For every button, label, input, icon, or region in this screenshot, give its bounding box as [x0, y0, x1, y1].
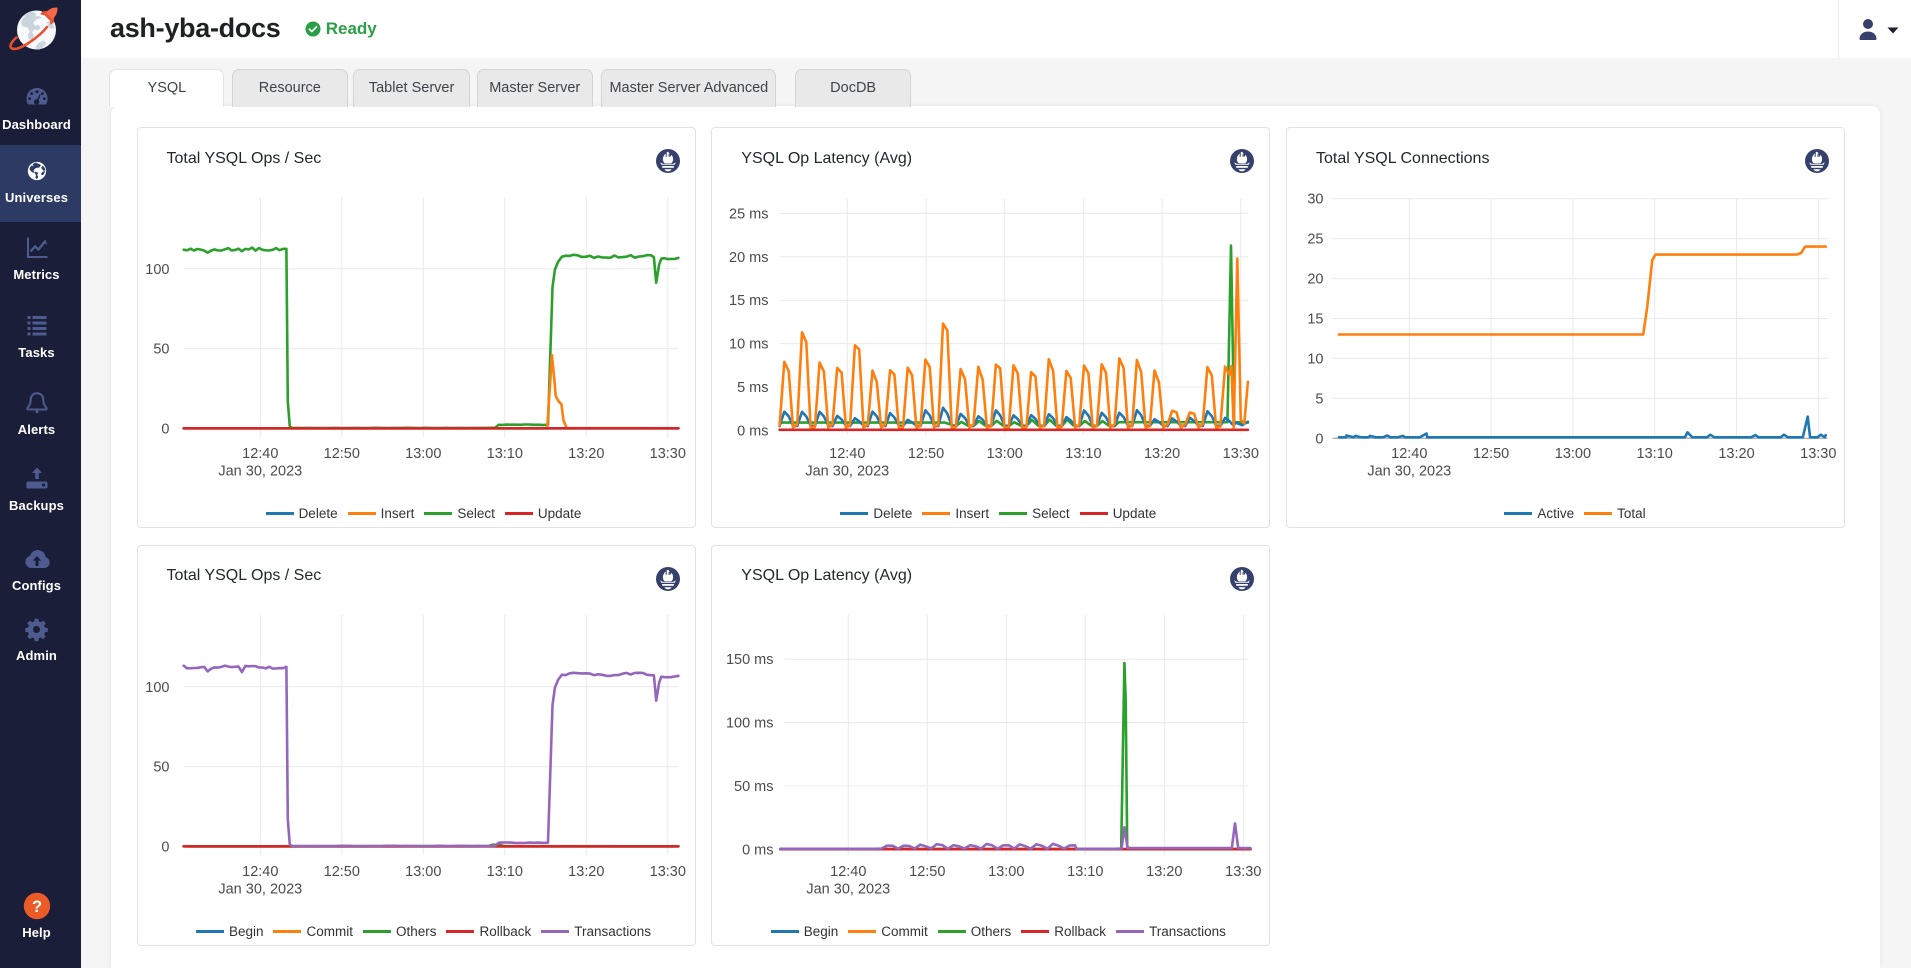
svg-text:13:30: 13:30: [649, 864, 685, 880]
svg-text:13:00: 13:00: [987, 446, 1023, 462]
svg-text:13:10: 13:10: [1637, 446, 1673, 462]
svg-text:12:50: 12:50: [1473, 446, 1509, 462]
svg-text:13:00: 13:00: [988, 864, 1024, 880]
svg-text:0: 0: [161, 422, 169, 438]
svg-text:150 ms: 150 ms: [726, 652, 774, 668]
svg-text:0: 0: [161, 839, 169, 855]
svg-text:100: 100: [145, 679, 169, 695]
svg-text:13:30: 13:30: [649, 446, 685, 462]
svg-text:50: 50: [153, 342, 169, 358]
svg-text:12:40: 12:40: [242, 864, 278, 880]
svg-text:25: 25: [1307, 232, 1323, 248]
svg-text:20: 20: [1307, 272, 1323, 288]
svg-text:?: ?: [31, 898, 41, 916]
svg-text:13:00: 13:00: [1555, 446, 1591, 462]
svg-text:50: 50: [153, 759, 169, 775]
svg-text:25 ms: 25 ms: [729, 206, 769, 222]
svg-text:13:00: 13:00: [405, 864, 441, 880]
svg-text:13:10: 13:10: [486, 446, 522, 462]
svg-text:13:10: 13:10: [1066, 446, 1102, 462]
svg-text:13:20: 13:20: [568, 864, 604, 880]
svg-text:0 ms: 0 ms: [742, 842, 773, 858]
svg-text:12:40: 12:40: [1391, 446, 1427, 462]
svg-text:0: 0: [1315, 431, 1323, 447]
svg-text:13:20: 13:20: [568, 446, 604, 462]
svg-text:30: 30: [1307, 192, 1323, 208]
svg-text:5: 5: [1315, 391, 1323, 407]
svg-text:12:40: 12:40: [242, 446, 278, 462]
svg-text:100 ms: 100 ms: [726, 715, 774, 731]
svg-text:13:30: 13:30: [1225, 864, 1261, 880]
svg-text:Jan 30, 2023: Jan 30, 2023: [806, 464, 890, 480]
svg-text:5 ms: 5 ms: [737, 380, 768, 396]
svg-text:13:20: 13:20: [1718, 446, 1754, 462]
svg-text:13:10: 13:10: [486, 864, 522, 880]
svg-text:10 ms: 10 ms: [729, 337, 769, 353]
svg-text:15: 15: [1307, 312, 1323, 328]
svg-text:15 ms: 15 ms: [729, 293, 769, 309]
svg-text:12:40: 12:40: [830, 864, 866, 880]
svg-text:12:50: 12:50: [908, 446, 944, 462]
svg-text:0 ms: 0 ms: [737, 423, 768, 439]
svg-text:12:50: 12:50: [323, 446, 359, 462]
svg-text:20 ms: 20 ms: [729, 250, 769, 266]
svg-text:13:10: 13:10: [1067, 864, 1103, 880]
svg-text:Jan 30, 2023: Jan 30, 2023: [218, 464, 302, 480]
svg-text:12:40: 12:40: [829, 446, 865, 462]
svg-text:100: 100: [145, 262, 169, 278]
svg-text:13:00: 13:00: [405, 446, 441, 462]
svg-text:12:50: 12:50: [323, 864, 359, 880]
svg-text:Jan 30, 2023: Jan 30, 2023: [807, 881, 891, 897]
svg-text:Jan 30, 2023: Jan 30, 2023: [1367, 464, 1451, 480]
svg-text:13:20: 13:20: [1146, 864, 1182, 880]
svg-text:13:30: 13:30: [1800, 446, 1836, 462]
svg-text:10: 10: [1307, 351, 1323, 367]
svg-text:13:30: 13:30: [1223, 446, 1259, 462]
svg-text:13:20: 13:20: [1144, 446, 1180, 462]
svg-text:Jan 30, 2023: Jan 30, 2023: [218, 881, 302, 897]
svg-text:12:50: 12:50: [909, 864, 945, 880]
svg-text:50 ms: 50 ms: [734, 779, 774, 795]
